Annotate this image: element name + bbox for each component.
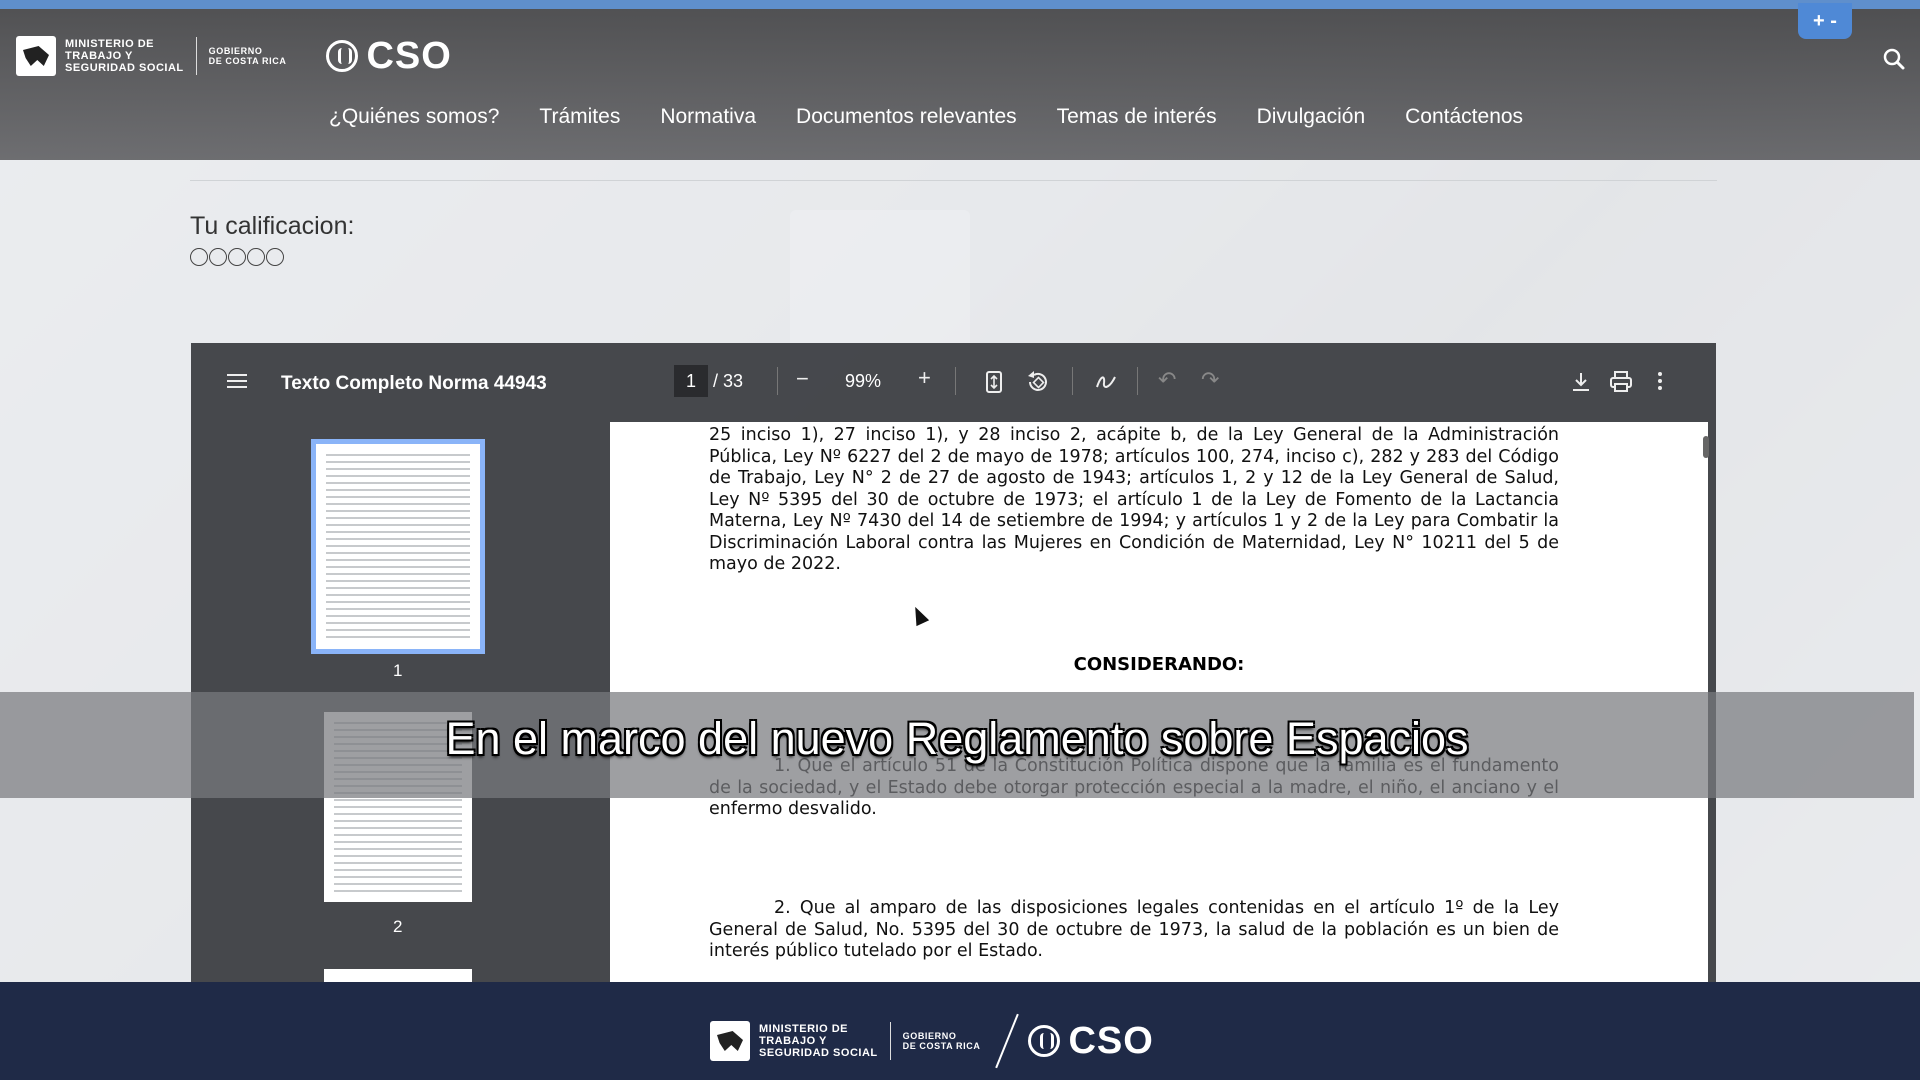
logo-divider <box>889 1022 891 1060</box>
document-title: Texto Completo Norma 44943 <box>281 373 547 394</box>
header-logos[interactable]: MINISTERIO DE TRABAJO Y SEGURIDAD SOCIAL… <box>16 31 452 81</box>
government-name: GOBIERNO DE COSTA RICA <box>208 46 287 66</box>
zoom-level[interactable]: 99% <box>845 371 881 392</box>
site-header: MINISTERIO DE TRABAJO Y SEGURIDAD SOCIAL… <box>0 9 1920 160</box>
nav-contactenos[interactable]: Contáctenos <box>1405 105 1523 129</box>
nav-temas-de-interes[interactable]: Temas de interés <box>1057 105 1217 129</box>
toolbar-divider <box>1137 367 1138 395</box>
font-zoom-button[interactable]: + - <box>1798 3 1852 39</box>
document-scrollbar[interactable] <box>1703 436 1709 458</box>
print-icon[interactable] <box>1609 371 1633 393</box>
thumbnail-number: 1 <box>393 661 403 680</box>
page-thumbnail-1[interactable] <box>311 439 485 654</box>
toolbar-divider <box>1072 367 1073 395</box>
cso-brand: CSO <box>366 34 452 77</box>
rating-stars <box>190 248 285 266</box>
logo-slash-divider <box>995 1013 1020 1069</box>
zoom-out-icon[interactable]: − <box>796 366 809 392</box>
redo-icon[interactable]: ↷ <box>1201 367 1219 393</box>
menu-icon[interactable] <box>227 373 247 389</box>
nav-normativa[interactable]: Normativa <box>660 105 756 129</box>
video-subtitle: En el marco del nuevo Reglamento sobre E… <box>445 713 1469 764</box>
rotate-icon[interactable] <box>1026 371 1050 393</box>
rating-star-1[interactable] <box>190 248 208 266</box>
rating-star-3[interactable] <box>228 248 246 266</box>
ministry-shield-icon <box>16 36 56 76</box>
logo-divider <box>195 37 197 75</box>
zoom-in-icon[interactable]: + <box>918 365 931 391</box>
ministry-name: MINISTERIO DE TRABAJO Y SEGURIDAD SOCIAL <box>65 38 184 74</box>
annotate-icon[interactable] <box>1095 371 1117 393</box>
search-icon[interactable] <box>1883 48 1905 70</box>
toolbar-divider <box>777 367 778 395</box>
document-heading: CONSIDERANDO: <box>1073 654 1245 675</box>
nav-documentos-relevantes[interactable]: Documentos relevantes <box>796 105 1017 129</box>
rating-star-2[interactable] <box>209 248 227 266</box>
rating-star-4[interactable] <box>247 248 265 266</box>
footer-logos: MINISTERIO DE TRABAJO Y SEGURIDAD SOCIAL… <box>710 1012 1154 1070</box>
site-footer: MINISTERIO DE TRABAJO Y SEGURIDAD SOCIAL… <box>0 982 1920 1080</box>
footer-cso-brand: CSO <box>1068 1019 1154 1062</box>
rating-label: Tu calificacion: <box>190 212 355 240</box>
download-icon[interactable] <box>1571 371 1591 393</box>
nav-quienes-somos[interactable]: ¿Quiénes somos? <box>329 105 499 129</box>
page-total: / 33 <box>713 371 744 391</box>
page-number-input[interactable]: 1 <box>674 365 708 397</box>
pdf-toolbar: Texto Completo Norma 44943 1 / 33 − 99% … <box>191 343 1716 419</box>
nav-tramites[interactable]: Trámites <box>539 105 620 129</box>
nav-divulgacion[interactable]: Divulgación <box>1257 105 1366 129</box>
rating-star-5[interactable] <box>266 248 284 266</box>
document-paragraph: 2. Que al amparo de las disposiciones le… <box>709 898 1559 961</box>
footer-government-name: GOBIERNO DE COSTA RICA <box>902 1031 981 1051</box>
cso-logo-icon <box>1028 1025 1061 1057</box>
fit-page-icon[interactable] <box>986 371 1002 393</box>
more-options-icon[interactable] <box>1657 371 1663 391</box>
undo-icon[interactable]: ↶ <box>1158 367 1176 393</box>
thumbnail-text-lines <box>326 454 470 639</box>
toolbar-divider <box>955 367 956 395</box>
document-paragraph: 25 inciso 1), 27 inciso 1), y 28 inciso … <box>709 425 1559 574</box>
main-nav: ¿Quiénes somos? Trámites Normativa Docum… <box>329 105 1523 129</box>
top-accent-bar <box>0 0 1920 9</box>
thumbnail-number: 2 <box>393 917 403 936</box>
section-divider <box>190 180 1717 181</box>
ministry-shield-icon <box>710 1021 750 1061</box>
cso-logo-icon <box>326 40 359 72</box>
footer-ministry-name: MINISTERIO DE TRABAJO Y SEGURIDAD SOCIAL <box>759 1023 878 1059</box>
